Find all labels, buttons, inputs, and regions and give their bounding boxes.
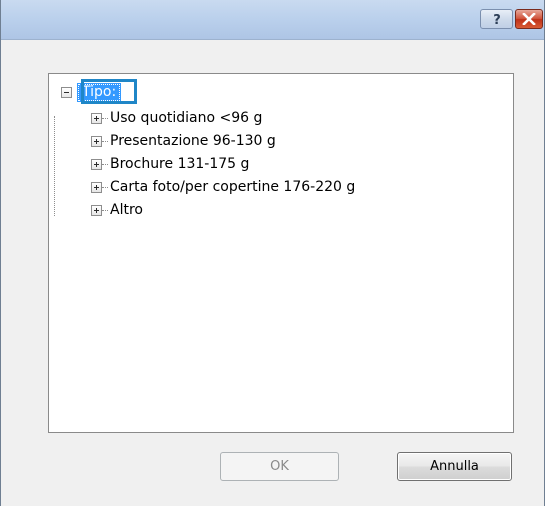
close-icon — [522, 13, 536, 25]
collapse-icon[interactable] — [61, 86, 72, 98]
tree-item-label[interactable]: Brochure 131-175 g — [110, 154, 249, 174]
tree-connector — [102, 163, 108, 165]
tree-item[interactable]: Uso quotidiano <96 g — [91, 108, 262, 128]
dialog-window: ? Tipo: Uso quotidiano <96 g Presentazio… — [0, 0, 545, 506]
svg-text:?: ? — [493, 13, 501, 26]
expand-icon[interactable] — [91, 135, 102, 147]
tree-item-label[interactable]: Uso quotidiano <96 g — [110, 108, 262, 128]
tree-connector — [102, 209, 108, 211]
tree-item[interactable]: Altro — [91, 200, 143, 220]
title-bar[interactable]: ? — [1, 0, 544, 40]
tree-connector — [102, 186, 108, 188]
help-icon: ? — [490, 12, 504, 26]
close-button[interactable] — [515, 9, 543, 29]
tree-connector — [102, 117, 108, 119]
tree-item[interactable]: Brochure 131-175 g — [91, 154, 249, 174]
tree-item-label[interactable]: Carta foto/per copertine 176-220 g — [110, 177, 355, 197]
tree-item[interactable]: Carta foto/per copertine 176-220 g — [91, 177, 355, 197]
ok-button[interactable]: OK — [220, 452, 339, 481]
tree-connector-line — [54, 116, 55, 216]
expand-icon[interactable] — [91, 204, 102, 216]
expand-icon[interactable] — [91, 158, 102, 170]
tree-connector — [102, 140, 108, 142]
tree-item-label[interactable]: Presentazione 96-130 g — [110, 131, 276, 151]
selection-highlight-frame — [81, 79, 137, 104]
expand-icon[interactable] — [91, 181, 102, 193]
cancel-button[interactable]: Annulla — [397, 452, 512, 481]
tree-item[interactable]: Presentazione 96-130 g — [91, 131, 276, 151]
help-button[interactable]: ? — [480, 9, 513, 29]
tree-item-label[interactable]: Altro — [110, 200, 143, 220]
expand-icon[interactable] — [91, 112, 102, 124]
